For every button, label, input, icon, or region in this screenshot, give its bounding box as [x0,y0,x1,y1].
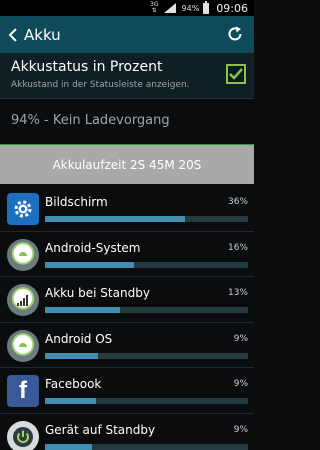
usage-bar-fill [45,398,96,404]
page-title: Akku [24,25,61,44]
usage-item-percent: 36% [227,197,248,207]
list-item[interactable]: Bildschirm 36% [0,186,254,232]
power-standby-icon [7,420,39,450]
android-os-icon [7,329,39,362]
back-button[interactable] [4,16,22,53]
usage-item-name: Android-System [45,240,141,255]
battery-runtime-bar: Akkulaufzeit 2S 45M 20S [0,144,254,184]
usage-item-percent: 16% [227,242,248,253]
usage-item-percent: 9% [233,379,248,389]
usage-item-percent: 13% [227,288,248,298]
usage-bar [45,443,248,450]
refresh-icon [228,26,242,41]
usage-item-name: Gerät auf Standby [45,422,156,437]
network-indicator: 3G ⇅ [150,2,158,14]
battery-percent: 94% [181,3,200,13]
percent-setting-row[interactable]: Akkustatus in Prozent Akkustand in der S… [0,53,254,99]
usage-item-percent: 9% [233,333,248,344]
charge-status: 94% - Kein Ladevorgang [11,113,170,128]
battery-icon [203,0,210,14]
list-item[interactable]: Akku bei Standby 13% [0,277,254,323]
android-system-icon [7,238,39,271]
usage-bar-fill [45,216,186,222]
usage-item-name: Bildschirm [45,195,108,209]
signal-icon [163,3,176,13]
cell-standby-icon [7,284,39,316]
usage-bar [45,261,248,268]
usage-bar-fill [45,307,121,313]
usage-bar-fill [45,443,92,450]
list-item[interactable]: Android-System 16% [0,232,254,277]
usage-list: Bildschirm 36% Android-System 16% Akku b… [0,186,254,450]
usage-bar-fill [45,261,135,268]
list-item[interactable]: Android OS 9% [0,323,254,368]
usage-item-name: Akku bei Standby [45,286,150,300]
list-item[interactable]: f Facebook 9% [0,368,254,414]
checkmark-icon [229,68,243,80]
usage-item-percent: 9% [233,424,248,435]
usage-bar [45,307,248,313]
usage-bar-fill [45,352,98,359]
usage-bar [45,398,248,404]
back-arrow-icon [8,27,17,42]
usage-item-name: Android OS [45,331,113,346]
battery-runtime-text: Akkulaufzeit 2S 45M 20S [52,157,202,172]
action-bar: Akku [0,16,254,53]
data-arrows-icon: ⇅ [151,7,157,14]
usage-bar [45,216,248,222]
usage-item-name: Facebook [45,377,102,391]
percent-setting-subtitle: Akkustand in der Statusleiste anzeigen. [11,80,190,90]
status-bar: 3G ⇅ 94% 09:06 [0,0,254,16]
list-item[interactable]: Gerät auf Standby 9% [0,414,254,450]
refresh-button[interactable] [224,23,246,45]
percent-setting-label: Akkustatus in Prozent [11,59,163,75]
gear-icon [7,193,39,225]
usage-bar [45,352,248,359]
facebook-icon: f [7,375,39,407]
percent-checkbox[interactable] [226,64,246,84]
clock: 09:06 [216,1,248,15]
